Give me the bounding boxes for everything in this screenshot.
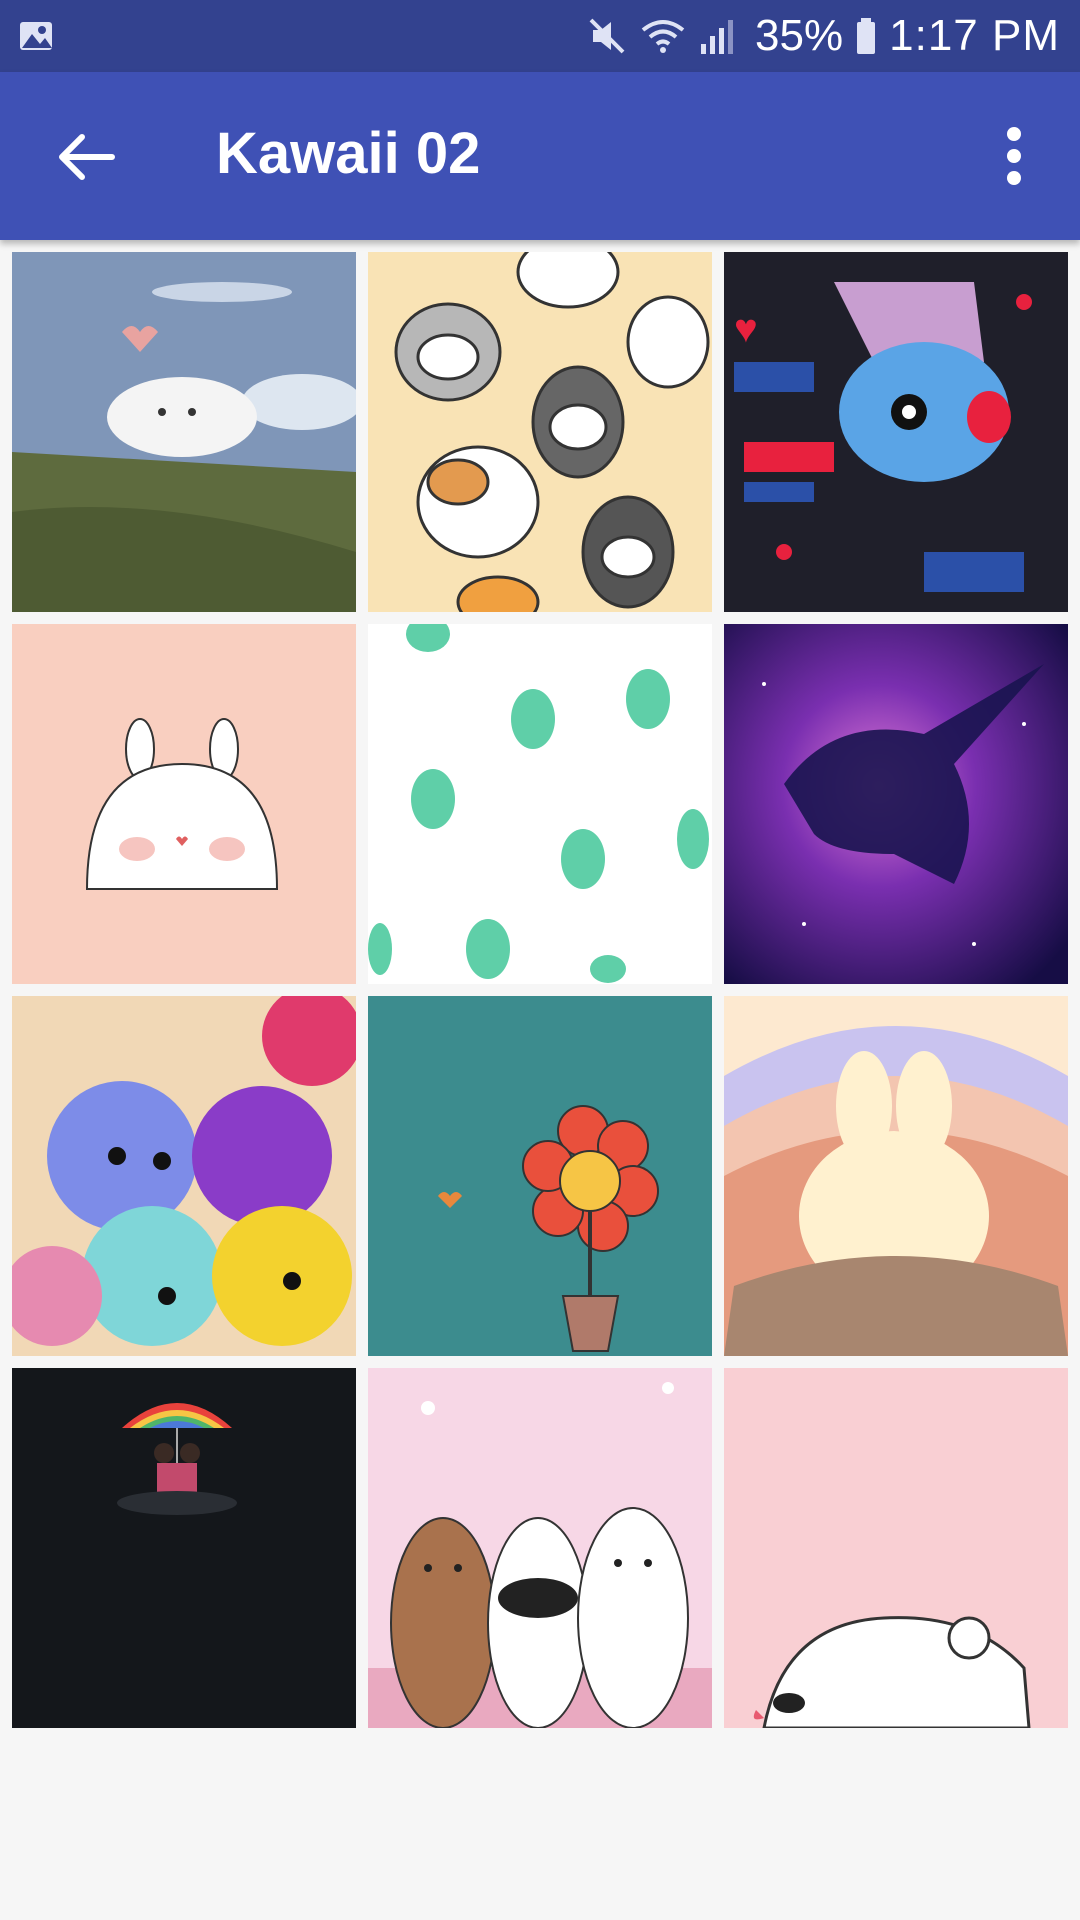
- clock: 1:17 PM: [889, 11, 1060, 60]
- wifi-icon: [641, 20, 685, 53]
- wallpaper-thumbnail-bunny-peach[interactable]: [12, 624, 356, 984]
- svg-text:♥: ♥: [734, 307, 758, 351]
- wallpaper-grid: ♥: [12, 252, 1068, 1728]
- wallpaper-thumbnail-galaxy-unicorn[interactable]: [724, 624, 1068, 984]
- wallpaper-thumbnail-flower-pot[interactable]: [368, 996, 712, 1356]
- page-title: Kawaii 02: [216, 121, 481, 186]
- app-bar: Kawaii 02: [0, 72, 1080, 240]
- wallpaper-thumbnail-fluffy-creatures[interactable]: [12, 996, 356, 1356]
- signal-icon: [701, 20, 734, 54]
- arrow-back-icon[interactable]: [50, 122, 120, 192]
- wallpaper-thumbnail-mang[interactable]: ♥: [724, 252, 1068, 612]
- battery-icon: [857, 18, 876, 54]
- wallpaper-thumbnail-cloud-bear[interactable]: [12, 252, 356, 612]
- status-bar: 35% 1:17 PM: [0, 0, 1080, 72]
- wallpaper-thumbnail-dino-pattern[interactable]: [368, 624, 712, 984]
- wallpaper-thumbnail-bare-bears[interactable]: [368, 1368, 712, 1728]
- more-vert-icon[interactable]: [984, 120, 1044, 192]
- gallery-icon: [20, 22, 52, 50]
- wallpaper-thumbnail-cat-pattern[interactable]: [368, 252, 712, 612]
- battery-percent: 35%: [755, 11, 844, 60]
- mute-icon: [589, 18, 625, 54]
- wallpaper-thumbnail-rainbow-umbrella[interactable]: [12, 1368, 356, 1728]
- wallpaper-thumbnail-polar-bear-pink[interactable]: [724, 1368, 1068, 1728]
- wallpaper-thumbnail-bunny-rainbow[interactable]: [724, 996, 1068, 1356]
